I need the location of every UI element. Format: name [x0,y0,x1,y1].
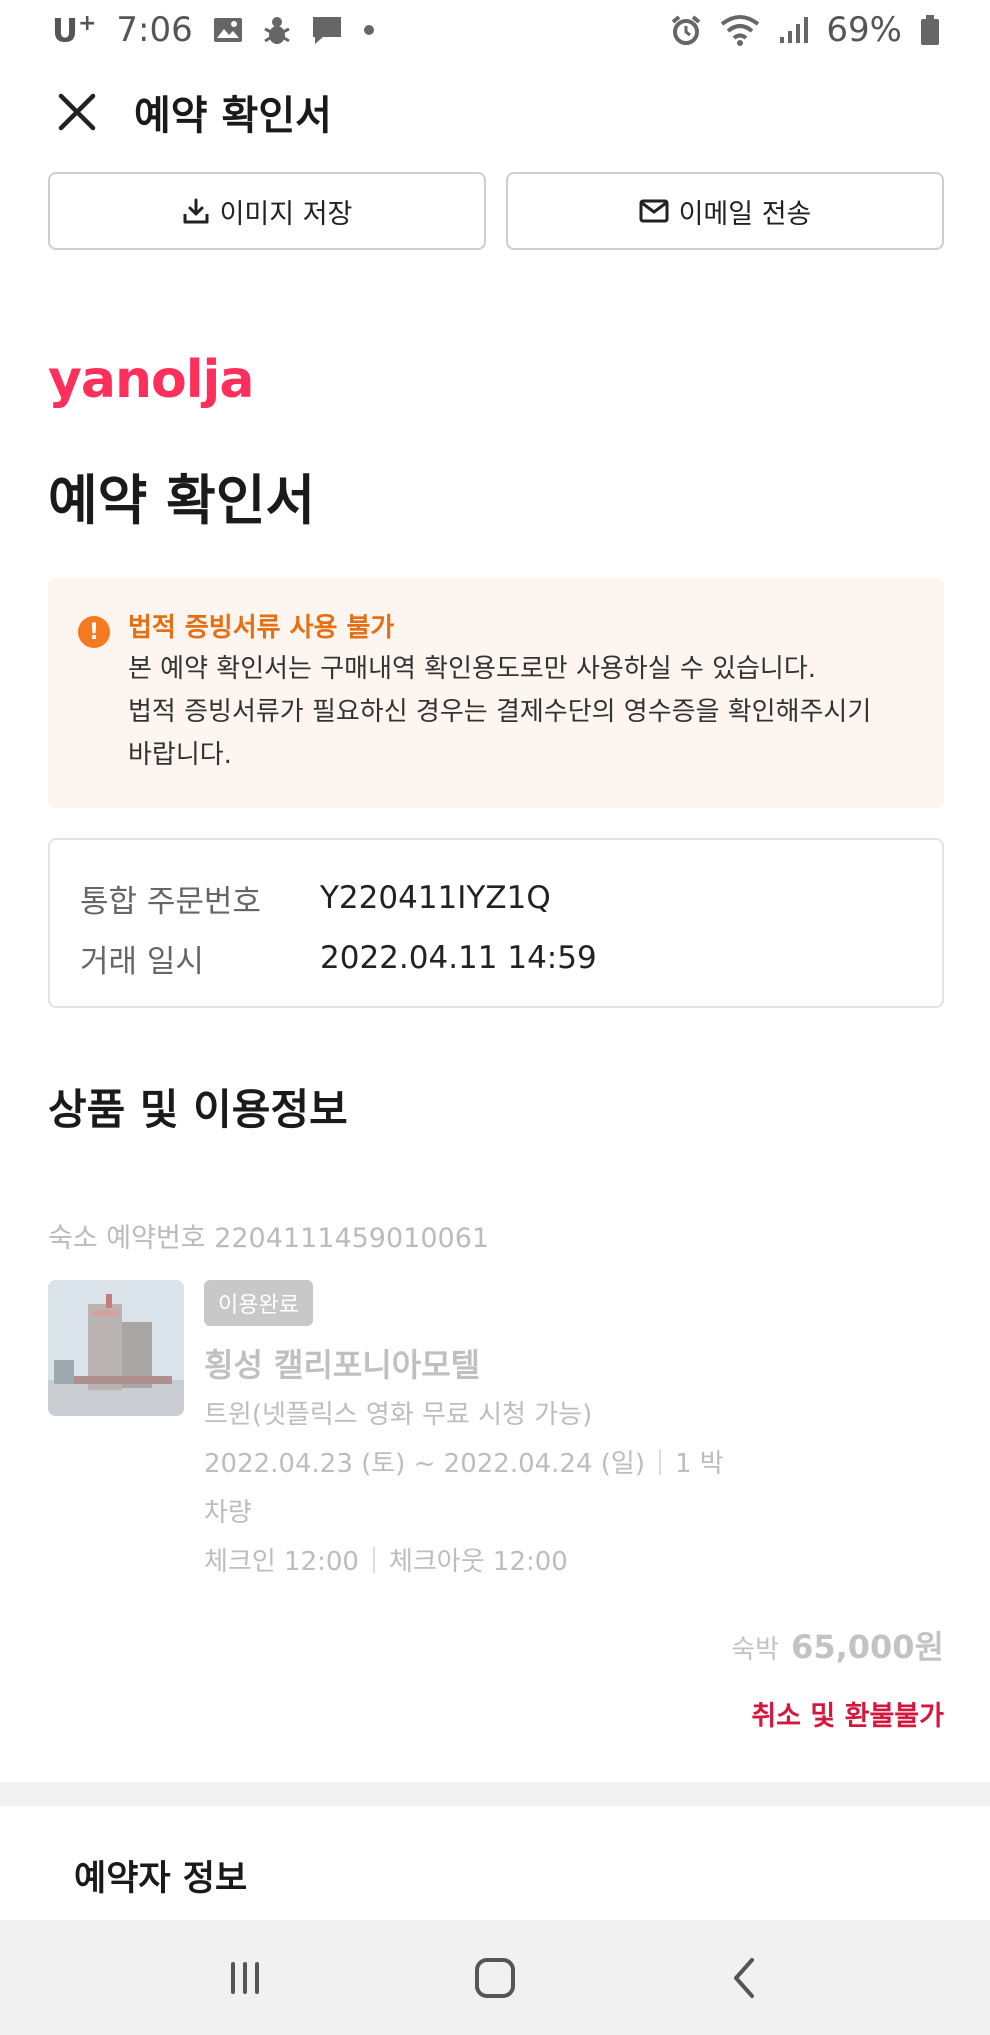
room-type: 트윈(넷플릭스 영화 무료 시청 가능) [204,1400,593,1430]
transaction-date-value: 2022.04.11 14:59 [320,940,597,976]
status-bar: U+ 7:06 69% [0,0,990,60]
price-row: 숙박 65,000원 [731,1622,944,1668]
order-number-row: 통합 주문번호 Y220411IYZ1Q [80,868,912,928]
stay-dates: 2022.04.23 (토) ~ 2022.04.24 (일) [204,1449,645,1479]
order-number-label: 통합 주문번호 [80,883,261,920]
send-email-button[interactable]: 이메일 전송 [506,172,944,250]
hotel-name: 횡성 캘리포니아모텔 [204,1346,481,1384]
reservation-number: 숙소 예약번호 2204111459010061 [48,1223,490,1254]
check-times-line: 체크인 12:00 체크아웃 12:00 [204,1541,724,1578]
clock: 7:06 [116,10,193,50]
refund-policy: 취소 및 환불불가 [751,1701,944,1732]
home-button[interactable] [450,1938,540,2018]
signal-icon [778,15,809,45]
stay-nights: 1 박 [675,1449,724,1479]
booker-section-title: 예약자 정보 [74,1859,248,1899]
close-icon [58,93,96,131]
back-button[interactable] [700,1938,790,2018]
vehicle-line: 차량 [204,1492,724,1529]
yanolja-logo: yanolja [48,350,254,410]
order-number-value: Y220411IYZ1Q [320,880,551,916]
recent-apps-icon [231,1961,259,1994]
price-value: 65,000원 [791,1628,944,1666]
product-section-title: 상품 및 이용정보 [48,1085,348,1134]
system-navbar [0,1920,990,2035]
page-title: 예약 확인서 [48,469,316,532]
warning-icon: ! [78,616,110,648]
header-title: 예약 확인서 [134,93,332,139]
back-icon [734,1957,754,1998]
notice-line: 본 예약 확인서는 구매내역 확인용도로만 사용하실 수 있습니다. [128,654,817,684]
stay-dates-line: 2022.04.23 (토) ~ 2022.04.24 (일) 1 박 [204,1443,724,1480]
alarm-icon [670,14,702,46]
notice-line: 법적 증빙서류가 필요하신 경우는 결제수단의 영수증을 확인해주시기 [128,697,872,727]
bug-icon [263,15,291,45]
separator [372,1546,375,1573]
vehicle-label: 차량 [204,1498,252,1528]
message-icon [311,15,343,45]
notice-line: 바랍니다. [128,740,232,770]
product-card[interactable]: 이용완료 횡성 캘리포니아모텔 트윈(넷플릭스 영화 무료 시청 가능) 202… [48,1280,944,1578]
hotel-thumbnail [48,1280,184,1416]
section-divider [0,1782,990,1806]
legal-notice: ! 법적 증빙서류 사용 불가 본 예약 확인서는 구매내역 확인용도로만 사용… [48,578,944,808]
recent-apps-button[interactable] [200,1938,290,2018]
booker-info-card: 예약자 정보 [24,1806,966,1926]
transaction-date-label: 거래 일시 [80,943,204,980]
order-info-box: 통합 주문번호 Y220411IYZ1Q 거래 일시 2022.04.11 14… [48,838,944,1008]
battery-icon [920,14,940,46]
carrier-label: U+ [52,10,97,50]
wifi-icon [720,14,760,46]
close-button[interactable] [52,87,102,137]
notice-title: 법적 증빙서류 사용 불가 [128,613,395,643]
send-email-label: 이메일 전송 [678,198,812,230]
battery-percent: 69% [826,10,902,50]
save-image-label: 이미지 저장 [219,198,353,230]
mail-icon [639,199,669,223]
header: 예약 확인서 [0,76,990,148]
dot-icon [363,24,375,36]
check-out-time: 체크아웃 12:00 [388,1547,568,1577]
transaction-date-row: 거래 일시 2022.04.11 14:59 [80,928,912,988]
action-buttons: 이미지 저장 이메일 전송 [48,172,944,250]
home-icon [475,1957,515,1998]
download-icon [183,198,209,224]
price-label: 숙박 [731,1635,780,1665]
image-icon [213,17,243,43]
save-image-button[interactable]: 이미지 저장 [48,172,486,250]
status-badge: 이용완료 [204,1280,313,1326]
check-in-time: 체크인 12:00 [204,1547,359,1577]
separator [659,1448,661,1475]
